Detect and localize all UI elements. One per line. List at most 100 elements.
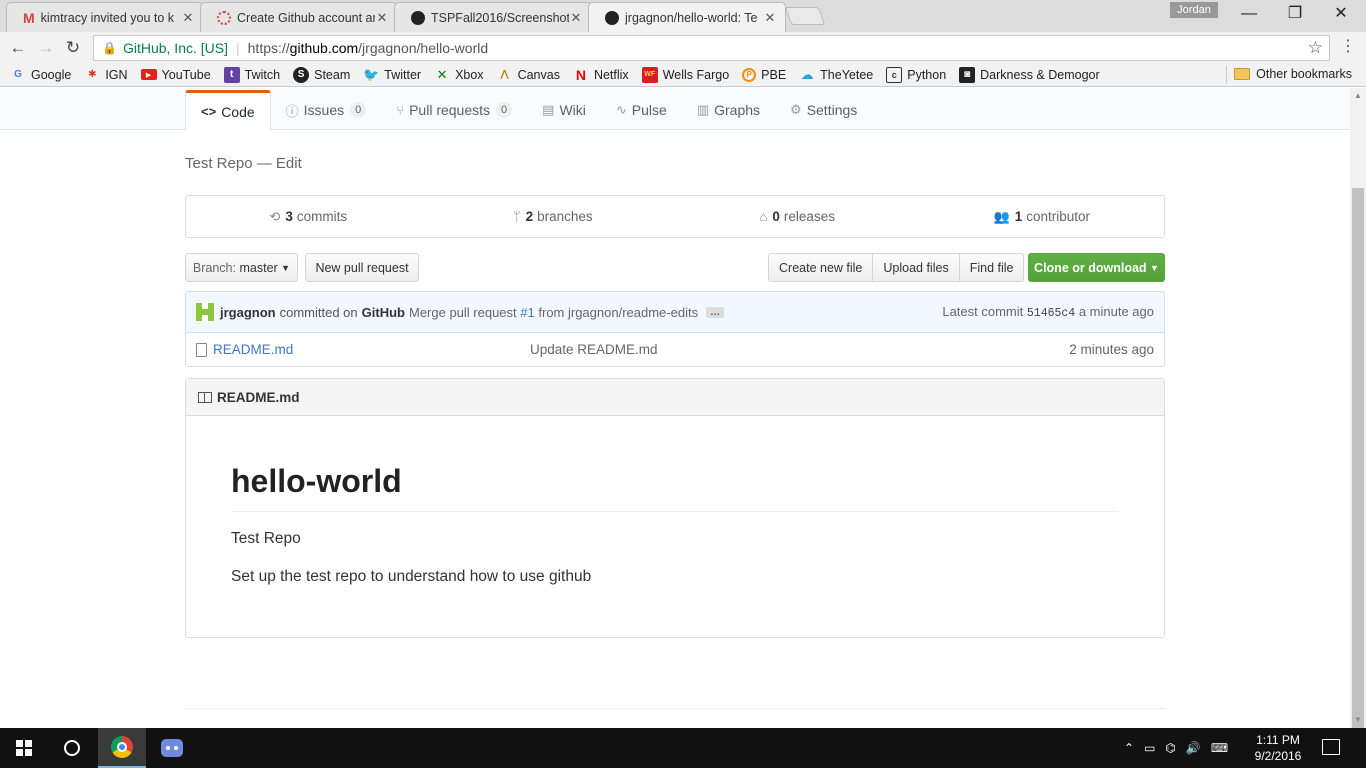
pbe-icon: P	[742, 67, 757, 82]
taskbar-chrome[interactable]	[98, 728, 146, 768]
people-icon: 👥	[993, 208, 1010, 224]
book-icon	[198, 391, 212, 403]
tab-hello-world[interactable]: jrgagnon/hello-world: Te ✕	[588, 2, 786, 32]
windows-icon	[16, 740, 32, 756]
bookmark-wells-fargo[interactable]: WF Wells Fargo	[641, 66, 729, 83]
scroll-down-icon[interactable]: ▼	[1350, 712, 1366, 728]
restore-button[interactable]: ❐	[1272, 0, 1318, 28]
pull-request-icon: ⑂	[396, 102, 405, 118]
close-icon[interactable]: ✕	[375, 10, 389, 26]
bookmark-netflix[interactable]: N Netflix	[573, 67, 629, 83]
edit-description-link[interactable]: Edit	[276, 155, 302, 172]
taskbar-discord[interactable]	[148, 728, 196, 768]
minimize-button[interactable]: —	[1226, 0, 1272, 28]
upload-files-button[interactable]: Upload files	[872, 253, 960, 282]
notifications-icon[interactable]	[1322, 739, 1340, 755]
secure-site-label: GitHub, Inc. [US]	[122, 40, 228, 56]
start-button[interactable]	[0, 728, 48, 768]
clone-or-download-button[interactable]: Clone or download ▼	[1028, 253, 1165, 282]
volume-icon[interactable]: 🔊	[1186, 741, 1201, 755]
commit-message[interactable]: Merge pull request #1 from jrgagnon/read…	[409, 305, 698, 320]
file-name-link[interactable]: README.md	[213, 342, 530, 357]
url-text: https://github.com/jrgagnon/hello-world	[247, 40, 489, 56]
folder-icon	[1234, 68, 1251, 80]
chevron-up-icon[interactable]: ⌃	[1124, 741, 1134, 755]
tab-wiki[interactable]: ▤ Wiki	[527, 90, 601, 130]
netflix-icon: N	[575, 66, 587, 83]
bookmark-python[interactable]: c Python	[886, 66, 946, 83]
tab-graphs[interactable]: ▥ Graphs	[682, 90, 775, 130]
avatar[interactable]	[196, 303, 214, 321]
gmail-icon: M	[23, 9, 35, 26]
tab-create-github-account[interactable]: Create Github account ar ✕	[200, 2, 398, 32]
bookmark-theyetee[interactable]: ☁ TheYetee	[799, 66, 874, 83]
other-bookmarks[interactable]: Other bookmarks	[1234, 67, 1352, 81]
close-icon[interactable]: ✕	[181, 10, 195, 26]
bookmark-darkness[interactable]: ◙ Darkness & Demogor	[959, 66, 1100, 83]
tab-issues[interactable]: ⓘ Issues 0	[271, 90, 382, 130]
xbox-icon: ✕	[436, 66, 448, 82]
branch-select-button[interactable]: Branch: master ▼	[185, 253, 298, 282]
bookmark-pbe[interactable]: P PBE	[742, 67, 786, 82]
repo-summary: ⟲ 3 commits ᛘ 2 branches ⌂ 0 releases 👥 1 contri…	[185, 195, 1165, 238]
releases-count[interactable]: ⌂ 0 releases	[675, 196, 920, 237]
bookmark-youtube[interactable]: ▶ YouTube	[140, 68, 211, 82]
tab-settings[interactable]: ⚙ Settings	[775, 90, 872, 130]
file-navigation: Branch: master ▼ New pull request Create…	[185, 253, 1165, 283]
close-icon[interactable]: ✕	[763, 10, 777, 26]
bookmark-twitch[interactable]: t Twitch	[223, 66, 280, 83]
commits-count[interactable]: ⟲ 3 commits	[186, 196, 431, 237]
tab-pull-requests[interactable]: ⑂ Pull requests 0	[381, 90, 527, 130]
address-bar[interactable]: 🔒 GitHub, Inc. [US] | https://github.com…	[93, 35, 1330, 61]
file-commit-message[interactable]: Update README.md	[530, 342, 1069, 357]
wiki-icon: ▤	[542, 102, 555, 117]
cortana-button[interactable]	[48, 728, 96, 768]
bookmark-star-icon[interactable]: ☆	[1308, 38, 1323, 58]
bookmark-canvas[interactable]: ⋀ Canvas	[497, 67, 560, 83]
find-file-button[interactable]: Find file	[958, 253, 1025, 282]
branch-icon: ᛘ	[512, 209, 521, 224]
branches-count[interactable]: ᛘ 2 branches	[431, 196, 676, 237]
network-icon[interactable]: ⌬	[1165, 741, 1175, 755]
battery-icon[interactable]: ▭	[1144, 741, 1155, 755]
contributors-count[interactable]: 👥 1 contributor	[920, 196, 1165, 237]
wells-fargo-icon: WF	[641, 66, 658, 83]
tab-screenshot[interactable]: TSPFall2016/Screenshot_ ✕	[394, 2, 592, 32]
commit-sha-link[interactable]: 51465c4	[1027, 307, 1075, 320]
ign-icon: ✱	[88, 69, 97, 80]
pull-request-link[interactable]: #1	[520, 305, 534, 320]
close-icon[interactable]: ✕	[569, 10, 583, 26]
scrollbar-thumb[interactable]	[1352, 188, 1364, 741]
create-new-file-button[interactable]: Create new file	[768, 253, 874, 282]
bookmark-xbox[interactable]: ✕ Xbox	[434, 67, 484, 83]
browser-menu-icon[interactable]: ⋮	[1340, 36, 1356, 58]
windows-taskbar: ⌃ ▭ ⌬ 🔊 ⌨ 1:11 PM 9/2/2016	[0, 728, 1366, 768]
new-pull-request-button[interactable]: New pull request	[305, 253, 419, 282]
table-row: README.md Update README.md 2 minutes ago	[185, 333, 1165, 367]
profile-badge[interactable]: Jordan	[1170, 2, 1218, 18]
bookmark-google[interactable]: G Google	[10, 67, 71, 83]
close-window-button[interactable]: ✕	[1318, 0, 1364, 28]
page-scrollbar[interactable]: ▲ ▼	[1350, 88, 1366, 741]
bookmark-twitter[interactable]: 🐦 Twitter	[363, 67, 421, 83]
forward-button[interactable]: →	[35, 37, 57, 59]
theyetee-icon: ☁	[800, 66, 814, 82]
new-tab-button[interactable]	[784, 7, 826, 25]
bookmark-steam[interactable]: S Steam	[293, 66, 350, 83]
tab-code[interactable]: <> Code	[185, 90, 271, 131]
keyboard-icon[interactable]: ⌨	[1211, 741, 1228, 755]
scroll-up-icon[interactable]: ▲	[1350, 88, 1366, 104]
python-icon: c	[886, 66, 903, 83]
bookmark-ign[interactable]: ✱ IGN	[84, 67, 127, 83]
reload-button[interactable]: ↻	[62, 37, 84, 59]
taskbar-clock[interactable]: 1:11 PM 9/2/2016	[1248, 732, 1308, 764]
expand-commit-message-button[interactable]: …	[706, 306, 725, 318]
address-separator: |	[236, 40, 240, 56]
commit-author-link[interactable]: jrgagnon	[220, 305, 276, 320]
back-button[interactable]: ←	[7, 37, 29, 59]
youtube-icon: ▶	[140, 69, 157, 80]
tab-gmail[interactable]: M kimtracy invited you to k ✕	[6, 2, 204, 32]
graph-icon: ▥	[696, 102, 710, 117]
commit-time: a minute ago	[1078, 304, 1154, 319]
tab-pulse[interactable]: ∿ Pulse	[601, 90, 682, 130]
